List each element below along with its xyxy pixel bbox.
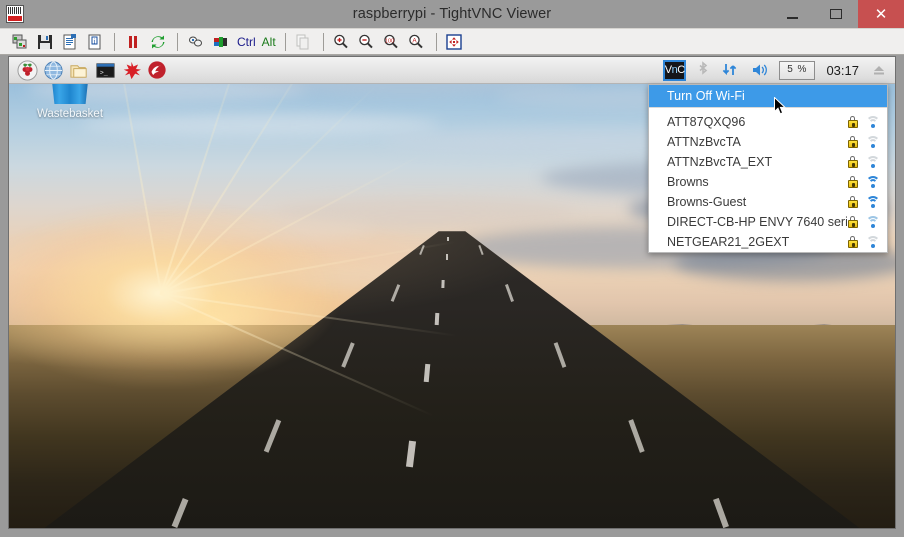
taskbar-system-tray: VnC 5 % 03:17 xyxy=(659,58,895,83)
desktop-icon-label: Wastebasket xyxy=(36,108,104,120)
toolbar-separator xyxy=(177,32,178,51)
tightvnc-viewer-window: raspberrypi - TightVNC Viewer ✕ i Ctrl A… xyxy=(0,0,904,537)
volume-icon[interactable] xyxy=(746,58,774,83)
wifi-network-row[interactable]: ATTNzBvcTA_EXT xyxy=(649,152,887,172)
file-manager-icon[interactable] xyxy=(67,58,91,82)
svg-text:>_: >_ xyxy=(99,69,108,77)
tightvnc-logo-icon xyxy=(6,5,24,23)
wifi-row-icons xyxy=(847,176,880,188)
window-titlebar[interactable]: raspberrypi - TightVNC Viewer ✕ xyxy=(0,0,904,28)
wifi-ssid-label: Browns xyxy=(667,175,709,189)
fullscreen-icon[interactable] xyxy=(443,30,466,53)
bluetooth-icon[interactable] xyxy=(692,58,714,83)
wifi-signal-icon xyxy=(866,136,880,148)
wifi-ssid-label: DIRECT-CB-HP ENVY 7640 series xyxy=(667,215,847,229)
svg-text:i: i xyxy=(93,37,95,45)
wifi-row-icons xyxy=(847,156,880,168)
wifi-signal-icon xyxy=(866,216,880,228)
lock-icon xyxy=(847,116,858,128)
taskbar-clock[interactable]: 03:17 xyxy=(820,63,865,78)
lock-icon xyxy=(847,216,858,228)
window-title: raspberrypi - TightVNC Viewer xyxy=(352,6,552,22)
wifi-row-icons xyxy=(847,216,880,228)
clipboard-transfer-icon xyxy=(292,30,315,53)
wifi-networks-menu: Turn Off Wi-Fi ATT87QXQ96 ATTNzBvcTA ATT… xyxy=(648,84,888,253)
wifi-signal-icon xyxy=(866,156,880,168)
wifi-signal-icon xyxy=(866,196,880,208)
web-browser-icon[interactable] xyxy=(41,58,65,82)
wifi-ssid-label: NETGEAR21_2GEXT xyxy=(667,235,790,249)
wifi-network-row[interactable]: Browns xyxy=(649,172,887,192)
raspberry-pi-taskbar: >_ VnC 5 % 03:17 xyxy=(9,57,895,84)
zoom-in-icon[interactable] xyxy=(330,30,353,53)
minimize-button[interactable] xyxy=(770,0,814,28)
toolbar-separator xyxy=(114,32,115,51)
wifi-row-icons xyxy=(847,196,880,208)
wifi-signal-icon xyxy=(866,236,880,248)
wifi-network-row[interactable]: ATT87QXQ96 xyxy=(649,112,887,132)
vnc-server-icon[interactable]: VnC xyxy=(659,58,690,83)
send-ctrl-alt-del-icon[interactable] xyxy=(209,30,232,53)
zoom-out-icon[interactable] xyxy=(355,30,378,53)
zoom-100-icon[interactable]: 100 xyxy=(380,30,403,53)
lock-icon xyxy=(847,136,858,148)
connection-options-icon[interactable] xyxy=(58,30,81,53)
menu-item-turn-off-wifi[interactable]: Turn Off Wi-Fi xyxy=(649,85,887,108)
wifi-signal-icon xyxy=(866,116,880,128)
wifi-row-icons xyxy=(847,136,880,148)
remote-desktop-viewport[interactable]: Wastebasket >_ VnC 5 % 03:17 Turn Off Wi… xyxy=(8,56,896,529)
toolbar-separator xyxy=(435,32,437,51)
vnc-toolbar: i Ctrl Alt 100 A xyxy=(0,28,904,55)
pause-icon[interactable] xyxy=(121,30,144,53)
wifi-row-icons xyxy=(847,116,880,128)
wifi-row-icons xyxy=(847,236,880,248)
mathematica-icon[interactable] xyxy=(119,58,143,82)
maximize-button[interactable] xyxy=(814,0,858,28)
close-button[interactable]: ✕ xyxy=(858,0,904,28)
alt-key-button[interactable]: Alt xyxy=(262,35,276,49)
wifi-networks-icon[interactable] xyxy=(716,58,744,83)
lock-icon xyxy=(847,196,858,208)
svg-text:100: 100 xyxy=(385,38,394,44)
save-session-icon[interactable] xyxy=(33,30,56,53)
zoom-auto-icon[interactable]: A xyxy=(405,30,428,53)
connection-info-icon[interactable]: i xyxy=(83,30,106,53)
cpu-usage-indicator[interactable]: 5 % xyxy=(779,60,816,80)
wifi-network-row[interactable]: Browns-Guest xyxy=(649,192,887,212)
window-controls: ✕ xyxy=(770,0,904,28)
wallpaper-sun-glow xyxy=(9,197,340,388)
new-connection-icon[interactable] xyxy=(8,30,31,53)
svg-text:A: A xyxy=(413,37,418,44)
wifi-ssid-label: ATT87QXQ96 xyxy=(667,115,746,129)
wifi-signal-icon xyxy=(866,176,880,188)
wifi-ssid-label: ATTNzBvcTA xyxy=(667,135,741,149)
wifi-network-row[interactable]: DIRECT-CB-HP ENVY 7640 series xyxy=(649,212,887,232)
wifi-ssid-label: ATTNzBvcTA_EXT xyxy=(667,155,773,169)
ctrl-key-button[interactable]: Ctrl xyxy=(237,35,256,49)
wifi-network-row[interactable]: NETGEAR21_2GEXT xyxy=(649,232,887,252)
raspberry-menu-icon[interactable] xyxy=(15,58,39,82)
eject-icon[interactable] xyxy=(867,58,891,83)
wifi-ssid-label: Browns-Guest xyxy=(667,195,747,209)
send-keys-icon[interactable] xyxy=(184,30,207,53)
wolfram-icon[interactable] xyxy=(145,58,169,82)
refresh-icon[interactable] xyxy=(146,30,169,53)
taskbar-launchers: >_ xyxy=(9,58,169,82)
toolbar-separator xyxy=(284,32,286,51)
terminal-icon[interactable]: >_ xyxy=(93,58,117,82)
lock-icon xyxy=(847,236,858,248)
toolbar-separator xyxy=(322,32,324,51)
wifi-network-row[interactable]: ATTNzBvcTA xyxy=(649,132,887,152)
lock-icon xyxy=(847,156,858,168)
lock-icon xyxy=(847,176,858,188)
